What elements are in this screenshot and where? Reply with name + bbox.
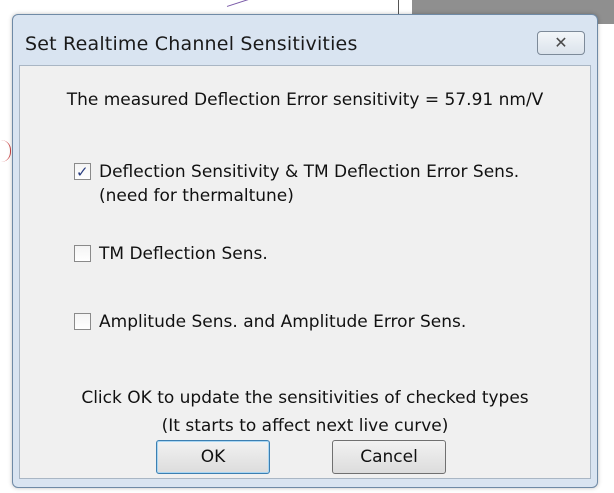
deflection-sensitivity-checkbox[interactable]: ✓ xyxy=(74,163,91,181)
tm-deflection-label: TM Deflection Sens. xyxy=(99,244,268,264)
measured-sensitivity-message: The measured Deflection Error sensitivit… xyxy=(66,90,544,110)
dialog-body: The measured Deflection Error sensitivit… xyxy=(19,65,591,479)
option-amplitude-sensitivity[interactable]: Amplitude Sens. and Amplitude Error Sens… xyxy=(74,310,466,334)
close-icon: ✕ xyxy=(554,33,568,52)
deflection-sensitivity-label: Deflection Sensitivity & TM Deflection E… xyxy=(99,162,520,182)
checkmark-icon: ✓ xyxy=(76,163,89,181)
close-button[interactable]: ✕ xyxy=(537,31,585,55)
tm-deflection-checkbox[interactable] xyxy=(74,245,91,262)
background-plot-mark xyxy=(0,140,11,162)
amplitude-sensitivity-label: Amplitude Sens. and Amplitude Error Sens… xyxy=(99,312,467,332)
update-note-line1: Click OK to update the sensitivities of … xyxy=(81,388,529,408)
option-deflection-sensitivity[interactable]: ✓ Deflection Sensitivity & TM Deflection… xyxy=(74,160,519,208)
title-bar[interactable]: Set Realtime Channel Sensitivities ✕ xyxy=(13,15,597,71)
dialog-title: Set Realtime Channel Sensitivities xyxy=(25,33,358,55)
amplitude-sensitivity-checkbox[interactable] xyxy=(74,313,91,330)
option-tm-deflection[interactable]: TM Deflection Sens. xyxy=(74,242,268,266)
update-note-line2: (It starts to affect next live curve) xyxy=(161,416,449,436)
ok-button[interactable]: OK xyxy=(156,440,270,474)
update-note: Click OK to update the sensitivities of … xyxy=(20,384,590,440)
sensitivities-dialog: Set Realtime Channel Sensitivities ✕ The… xyxy=(12,14,598,488)
cancel-button[interactable]: Cancel xyxy=(332,440,446,474)
deflection-sensitivity-sublabel: (need for thermaltune) xyxy=(99,186,294,206)
